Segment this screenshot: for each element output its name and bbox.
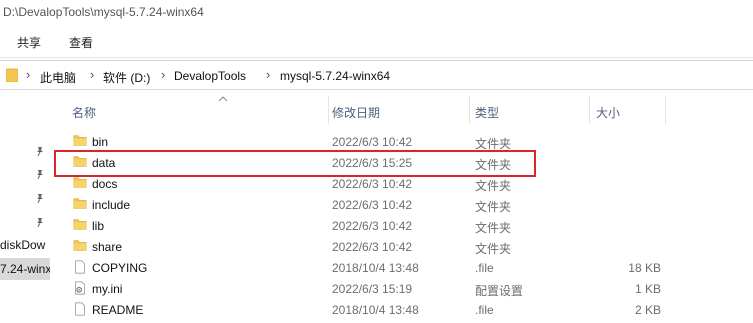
file-date: 2022/6/3 10:42 <box>332 198 413 212</box>
file-type: 文件夹 <box>475 221 512 235</box>
nav-item-selected[interactable]: 7.24-winx <box>0 262 50 276</box>
file-name: docs <box>92 177 118 191</box>
file-row[interactable]: docs 2022/6/3 10:42 文件夹 <box>68 173 753 194</box>
file-row[interactable]: COPYING 2018/10/4 13:48 .file 18 KB <box>68 257 753 278</box>
breadcrumb-separator-icon[interactable]: › <box>266 67 270 82</box>
column-divider[interactable] <box>469 96 470 124</box>
settings-file-icon <box>75 281 85 295</box>
column-header-type[interactable]: 类型 <box>475 104 499 121</box>
file-name: include <box>92 198 131 212</box>
file-row[interactable]: bin 2022/6/3 10:42 文件夹 <box>68 131 753 152</box>
column-header-name[interactable]: 名称 <box>72 104 96 121</box>
file-row[interactable]: data 2022/6/3 15:25 文件夹 <box>68 152 753 173</box>
file-row[interactable]: share 2022/6/3 10:42 文件夹 <box>68 236 753 257</box>
file-date: 2022/6/3 15:25 <box>332 156 413 170</box>
file-date: 2018/10/4 13:48 <box>332 261 419 275</box>
breadcrumb-drive-d[interactable]: 软件 (D:) <box>103 69 150 86</box>
file-type: 文件夹 <box>475 137 512 151</box>
file-name: my.ini <box>92 282 123 296</box>
file-icon <box>75 260 85 274</box>
folder-icon <box>6 68 18 82</box>
pin-icon[interactable] <box>35 146 45 156</box>
file-type: 文件夹 <box>475 158 512 172</box>
file-type: 配置设置 <box>475 284 524 298</box>
sort-ascending-icon <box>218 96 228 102</box>
column-header-size[interactable]: 大小 <box>596 104 620 121</box>
file-row[interactable]: my.ini 2022/6/3 15:19 配置设置 1 KB <box>68 278 753 299</box>
column-divider[interactable] <box>665 96 666 124</box>
file-date: 2018/10/4 13:48 <box>332 303 419 317</box>
nav-item[interactable]: diskDow <box>0 238 45 252</box>
pin-icon[interactable] <box>35 169 45 179</box>
tab-view[interactable]: 查看 <box>69 34 93 51</box>
pin-icon[interactable] <box>35 193 45 203</box>
folder-icon <box>73 240 87 251</box>
breadcrumb-devaloptools[interactable]: DevalopTools <box>174 69 246 83</box>
file-name: share <box>92 240 123 254</box>
file-name: COPYING <box>92 261 148 275</box>
window-title: D:\DevalopTools\mysql-5.7.24-winx64 <box>3 5 204 19</box>
folder-icon <box>73 156 87 167</box>
file-date: 2022/6/3 10:42 <box>332 219 413 233</box>
breadcrumb-this-pc[interactable]: 此电脑 <box>40 69 76 86</box>
ribbon: 共享 查看 <box>0 24 753 58</box>
breadcrumb-separator-icon[interactable]: › <box>26 67 30 82</box>
file-date: 2022/6/3 15:19 <box>332 282 413 296</box>
file-name: bin <box>92 135 109 149</box>
file-row[interactable]: include 2022/6/3 10:42 文件夹 <box>68 194 753 215</box>
file-size: 18 KB <box>628 261 661 275</box>
folder-icon <box>73 219 87 230</box>
navigation-pane: diskDow 7.24-winx <box>0 92 50 323</box>
file-type: 文件夹 <box>475 242 512 256</box>
file-type: 文件夹 <box>475 200 512 214</box>
pin-icon[interactable] <box>35 217 45 227</box>
breadcrumb-separator-icon[interactable]: › <box>161 67 165 82</box>
column-header-date[interactable]: 修改日期 <box>332 104 380 121</box>
window-title-bar: D:\DevalopTools\mysql-5.7.24-winx64 <box>0 0 753 24</box>
folder-icon <box>73 135 87 146</box>
folder-icon <box>73 198 87 209</box>
file-size: 1 KB <box>634 282 661 296</box>
column-divider[interactable] <box>328 96 329 124</box>
breadcrumb-separator-icon[interactable]: › <box>90 67 94 82</box>
folder-icon <box>73 177 87 188</box>
file-row[interactable]: lib 2022/6/3 10:42 文件夹 <box>68 215 753 236</box>
file-type: .file <box>475 303 494 317</box>
file-row[interactable]: README 2018/10/4 13:48 .file 2 KB <box>68 299 753 320</box>
file-name: README <box>92 303 144 317</box>
breadcrumb-mysql-folder[interactable]: mysql-5.7.24-winx64 <box>280 69 390 83</box>
file-name: lib <box>92 219 105 233</box>
file-date: 2022/6/3 10:42 <box>332 135 413 149</box>
file-date: 2022/6/3 10:42 <box>332 177 413 191</box>
file-size: 2 KB <box>634 303 661 317</box>
tab-share[interactable]: 共享 <box>17 34 41 51</box>
file-type: 文件夹 <box>475 179 512 193</box>
file-name: data <box>92 156 116 170</box>
file-icon <box>75 302 85 316</box>
column-headers: 名称 修改日期 类型 大小 <box>50 92 753 130</box>
file-type: .file <box>475 261 494 275</box>
column-divider[interactable] <box>589 96 590 124</box>
breadcrumb[interactable]: › 此电脑 › 软件 (D:) › DevalopTools › mysql-5… <box>0 60 753 90</box>
file-date: 2022/6/3 10:42 <box>332 240 413 254</box>
